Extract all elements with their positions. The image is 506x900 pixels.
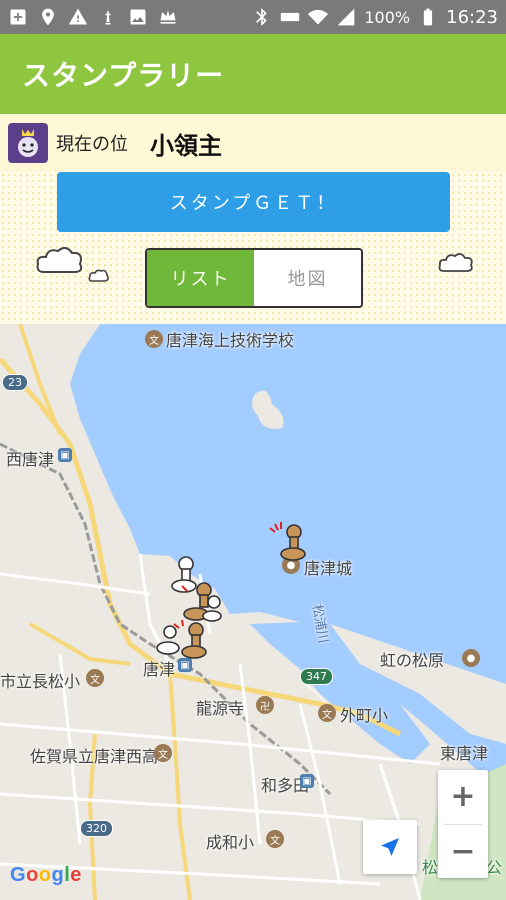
station-icon[interactable]: ▣ [58,448,72,462]
add-box-icon [8,7,28,27]
signal-icon [336,7,356,27]
zoom-control: + − [438,770,488,878]
volte-icon [280,7,300,27]
route-320-badge: 320 [80,820,113,837]
rank-row: 現在の位 小領主 [0,114,506,172]
location-icon [38,7,58,27]
navigation-arrow-icon [381,838,399,856]
label-sotomachi: 外町小 [340,706,389,725]
bluetooth-icon [252,7,272,27]
small-cloud-icon [88,269,109,282]
label-karatsu-castle: 唐津城 [304,559,353,578]
seiwa-poi-icon[interactable]: 文 [266,830,284,848]
wadada-station-icon[interactable]: ▣ [300,774,314,788]
status-bar: 100% 16:23 [0,0,506,34]
cloud-icon [36,247,83,273]
label-west-karatsu: 西唐津 [6,450,55,469]
route-347-badge: 347 [300,668,333,685]
niji-poi-icon[interactable]: ● [462,649,480,667]
zoom-in-button[interactable]: + [438,770,488,824]
cloud-right-icon [438,253,473,272]
tab-map[interactable]: 地図 [254,250,361,306]
battery-icon [418,7,438,27]
stamp-marker-3[interactable] [152,618,214,664]
label-school-top: 唐津海上技術学校 [166,331,295,350]
nagamatsu-poi-icon[interactable]: 文 [86,669,104,687]
crown-icon [158,7,178,27]
label-nagamatsu: 市立長松小 [0,672,81,691]
image-icon [128,7,148,27]
sotomachi-poi-icon[interactable]: 文 [318,704,336,722]
label-saga-nishi: 佐賀県立唐津西高 [30,747,159,766]
label-ryugenji: 龍源寺 [196,699,245,718]
warning-icon [68,7,88,27]
zoom-out-button[interactable]: − [438,825,488,879]
battery-percent: 100% [364,7,411,27]
app-title: スタンプラリー [22,59,225,92]
label-higashi-karatsu: 東唐津 [440,744,489,763]
google-logo: Google [10,864,82,886]
saga-nishi-poi-icon[interactable]: 文 [154,744,172,762]
school-poi-icon[interactable]: 文 [145,330,163,348]
rank-avatar-icon [8,123,48,163]
wifi-icon [308,7,329,27]
app-bar: スタンプラリー [0,34,506,114]
status-time: 16:23 [446,6,498,28]
stamp-marker-castle[interactable] [266,520,308,564]
label-niji-matsubara: 虹の松原 [380,651,445,670]
label-seiwa: 成和小 [206,833,255,852]
temple-poi-icon[interactable]: 卍 [256,696,274,714]
map-view[interactable]: 文 唐津海上技術学校 23 西唐津 ▣ ● 唐津城 虹の松原 ● 松浦川 市立長… [0,324,506,900]
control-panel: スタンプＧＥＴ！ リスト 地図 [0,172,506,324]
rank-value: 小領主 [150,131,222,160]
chess-icon [98,7,118,27]
rank-label: 現在の位 [56,134,128,155]
view-toggle: リスト 地図 [145,248,363,308]
map-base [0,324,506,900]
my-location-button[interactable] [363,820,417,874]
tab-list[interactable]: リスト [147,250,254,306]
stamp-get-button[interactable]: スタンプＧＥＴ！ [57,172,450,232]
route-23-badge: 23 [2,374,28,391]
